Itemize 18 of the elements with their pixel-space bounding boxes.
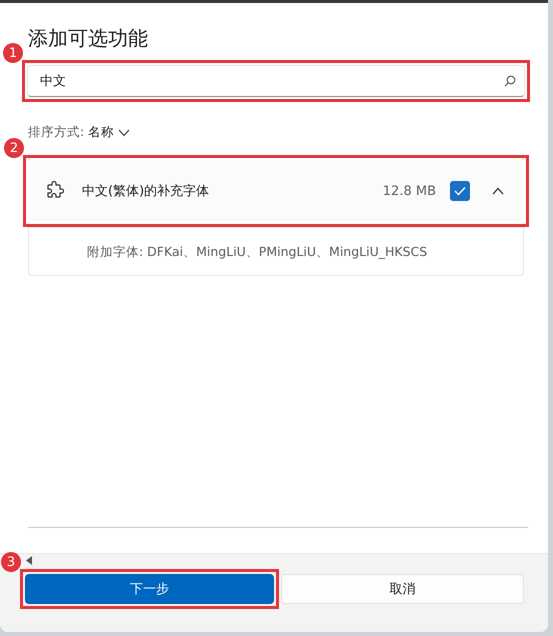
search-icon[interactable] <box>504 75 516 87</box>
feature-size: 12.8 MB <box>382 184 436 198</box>
sort-label: 排序方式: <box>28 124 84 141</box>
scroll-left-icon[interactable] <box>26 556 32 565</box>
feature-details: 附加字体: DFKai、MingLiU、PMingLiU、MingLiU_HKSCS <box>29 227 523 275</box>
cancel-button[interactable]: 取消 <box>281 574 524 604</box>
chevron-down-icon[interactable] <box>118 128 130 136</box>
step-number: 3 <box>1 552 21 572</box>
sort-dropdown[interactable]: 名称 <box>88 124 114 141</box>
feature-name: 中文(繁体)的补充字体 <box>82 183 210 200</box>
check-icon <box>454 186 466 196</box>
chevron-icon[interactable] <box>492 187 504 195</box>
step-number: 2 <box>4 138 24 158</box>
dialog-title: 添加可选功能 <box>28 25 149 52</box>
checkbox[interactable] <box>450 181 470 201</box>
search-field[interactable]: 中文 <box>27 65 525 97</box>
next-button[interactable]: 下一步 <box>25 574 274 604</box>
step-number: 1 <box>3 43 23 63</box>
